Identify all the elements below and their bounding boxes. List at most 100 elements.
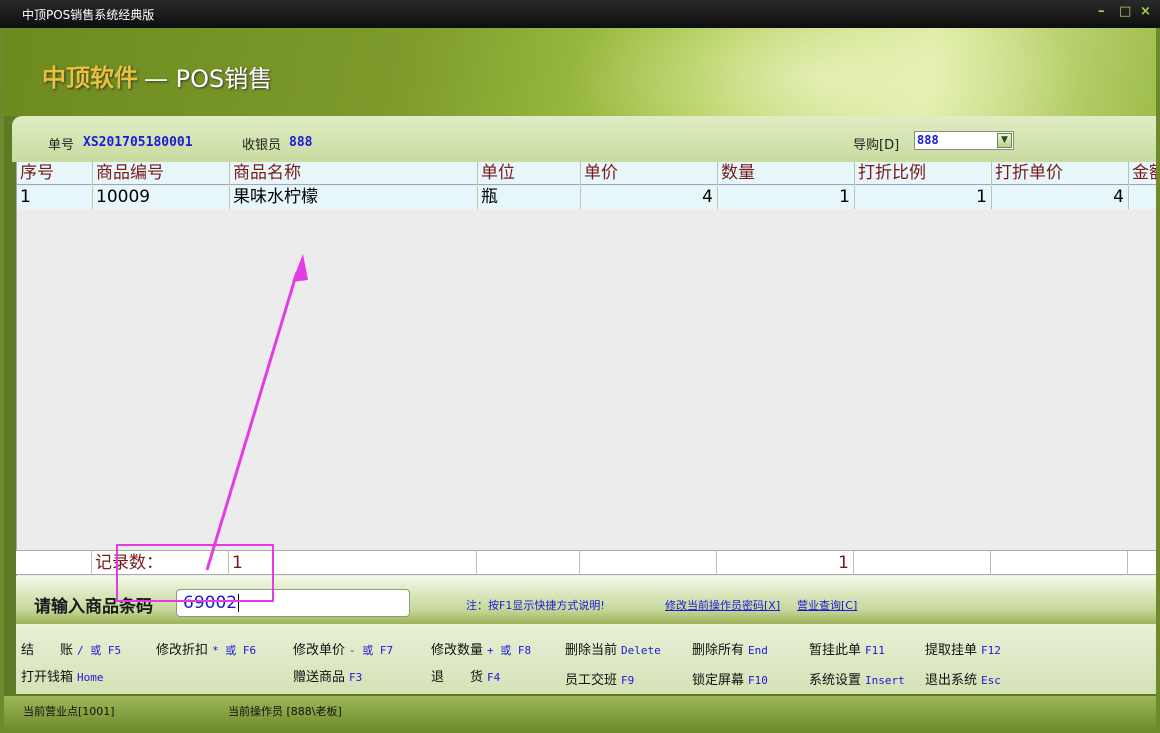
col-header-unit[interactable]: 单位 [478, 162, 581, 185]
change-password-link[interactable]: 修改当前操作员密码[X] [665, 597, 780, 613]
shortcut-key: * 或 F6 [212, 644, 257, 657]
shortcut-label: 退出系统 [925, 673, 978, 688]
shortcut-label: 删除所有 [692, 643, 745, 658]
cell-discount-rate: 1 [855, 186, 992, 209]
cell-unit: 瓶 [478, 186, 581, 209]
header-banner: 中顶软件 — POS销售 [4, 28, 1156, 116]
record-count-value: 1 [229, 551, 477, 575]
shortcut-lock-screen[interactable]: 锁定屏幕 F10 [692, 669, 768, 688]
window-title: 中顶POS销售系统经典版 [22, 8, 155, 22]
shortcut-label: 修改单价 [293, 643, 346, 658]
cell-qty: 1 [718, 186, 855, 209]
shortcut-label: 暂挂此单 [809, 643, 862, 658]
shortcut-open-drawer[interactable]: 打开钱箱 Home [21, 666, 104, 685]
shortcut-label: 提取挂单 [925, 643, 978, 658]
shortcut-system-settings[interactable]: 系统设置 Insert [809, 669, 905, 688]
cell-code: 10009 [93, 186, 230, 209]
order-no-label: 单号 [48, 138, 75, 153]
cell-name: 果味水柠檬 [230, 186, 478, 209]
shortcut-label: 修改数量 [431, 643, 484, 658]
shortcut-return[interactable]: 退 货 F4 [431, 666, 500, 685]
shortcut-shift-change[interactable]: 员工交班 F9 [565, 669, 634, 688]
col-header-name[interactable]: 商品名称 [230, 162, 478, 185]
shortcut-checkout[interactable]: 结 账 / 或 F5 [21, 639, 121, 658]
shortcut-label: 打开钱箱 [21, 670, 74, 685]
barcode-input-value: 69002 [183, 593, 238, 613]
banner-glow [564, 28, 1084, 116]
guide-label: 导购[D] [853, 138, 900, 153]
status-operator: 当前操作员 [888\老板] [228, 705, 342, 718]
shortcut-key: - 或 F7 [349, 644, 394, 657]
cashier-label: 收银员 [242, 138, 282, 153]
shortcut-key: End [748, 644, 768, 657]
shortcut-delete-all[interactable]: 删除所有 End [692, 639, 768, 658]
barcode-input[interactable]: 69002 [176, 589, 410, 617]
shortcut-key: / 或 F5 [77, 644, 122, 657]
maximize-icon[interactable]: □ [1119, 4, 1131, 19]
cell-seq: 1 [17, 186, 93, 209]
shortcut-label: 结 账 [21, 643, 74, 658]
col-header-code[interactable]: 商品编号 [93, 162, 230, 185]
cell-price: 4 [581, 186, 718, 209]
footer-empty [16, 551, 92, 575]
shortcut-key: Insert [865, 674, 905, 687]
col-header-price[interactable]: 单价 [581, 162, 718, 185]
footer-qty-total: 1 [717, 551, 854, 575]
close-icon[interactable]: × [1140, 4, 1151, 19]
table-row[interactable]: 1 10009 果味水柠檬 瓶 4 1 1 4 [17, 186, 1156, 209]
minimize-icon[interactable]: – [1098, 4, 1105, 19]
shortcut-delete-current[interactable]: 删除当前 Delete [565, 639, 661, 658]
status-bar: 当前营业点[1001] 当前操作员 [888\老板] [4, 696, 1156, 731]
footer-unit [477, 551, 580, 575]
cashier-value: 888 [289, 135, 313, 150]
shortcut-key: Delete [621, 644, 661, 657]
guide-select[interactable]: 888 ▼ [914, 131, 1014, 150]
col-header-amount[interactable]: 金额 [1129, 162, 1156, 185]
cell-discount-price: 4 [992, 186, 1129, 209]
chevron-down-icon[interactable]: ▼ [997, 133, 1012, 148]
sales-query-link[interactable]: 营业查询[C] [797, 597, 857, 613]
shortcut-label: 退 货 [431, 670, 484, 685]
footer-discount-price [991, 551, 1128, 575]
brand-name: 中顶软件 [42, 63, 138, 92]
col-header-seq[interactable]: 序号 [17, 162, 93, 185]
footer-discount-rate [854, 551, 991, 575]
window-titlebar: 中顶POS销售系统经典版 – □ × [0, 0, 1160, 28]
app-subtitle: — POS销售 [144, 65, 273, 93]
shortcut-edit-discount[interactable]: 修改折扣 * 或 F6 [156, 639, 256, 658]
shortcut-key: F11 [865, 644, 885, 657]
barcode-prompt-label: 请输入商品条码 [34, 597, 153, 617]
shortcut-hold-order[interactable]: 暂挂此单 F11 [809, 639, 885, 658]
order-no-value: XS201705180001 [83, 135, 193, 150]
barcode-input-band: 请输入商品条码 69002 注：按F1显示快捷方式说明! 修改当前操作员密码[X… [16, 576, 1156, 624]
shortcut-hint-note: 注：按F1显示快捷方式说明! [466, 599, 605, 612]
shortcut-key: Home [77, 671, 104, 684]
shortcut-edit-price[interactable]: 修改单价 - 或 F7 [293, 639, 393, 658]
col-header-qty[interactable]: 数量 [718, 162, 855, 185]
table-header-row: 序号 商品编号 商品名称 单位 单价 数量 打折比例 打折单价 金额 [17, 162, 1156, 185]
shortcut-exit-system[interactable]: 退出系统 Esc [925, 669, 1001, 688]
sales-table[interactable]: 序号 商品编号 商品名称 单位 单价 数量 打折比例 打折单价 金额 1 100… [16, 162, 1156, 576]
shortcut-panel: 结 账 / 或 F5 修改折扣 * 或 F6 修改单价 - 或 F7 修改数量 + 或 … [16, 624, 1156, 694]
shortcut-key: + 或 F8 [487, 644, 532, 657]
status-business-point: 当前营业点[1001] [23, 705, 115, 718]
col-header-discount-rate[interactable]: 打折比例 [855, 162, 992, 185]
table-footer-row: 记录数： 1 1 [16, 550, 1156, 575]
shortcut-key: F9 [621, 674, 635, 687]
record-count-label: 记录数： [92, 551, 229, 575]
shortcut-key: F12 [981, 644, 1001, 657]
guide-select-value: 888 [917, 133, 939, 147]
shortcut-label: 员工交班 [565, 673, 618, 688]
shortcut-key: F3 [349, 671, 363, 684]
shortcut-edit-qty[interactable]: 修改数量 + 或 F8 [431, 639, 531, 658]
shortcut-label: 修改折扣 [156, 643, 209, 658]
shortcut-label: 系统设置 [809, 673, 862, 688]
shortcut-retrieve-order[interactable]: 提取挂单 F12 [925, 639, 1001, 658]
footer-price [580, 551, 717, 575]
shortcut-key: Esc [981, 674, 1001, 687]
col-header-discount-price[interactable]: 打折单价 [992, 162, 1129, 185]
text-caret [238, 594, 240, 612]
shortcut-gift-item[interactable]: 赠送商品 F3 [293, 666, 362, 685]
cell-amount [1129, 186, 1156, 209]
shortcut-label: 锁定屏幕 [692, 673, 745, 688]
